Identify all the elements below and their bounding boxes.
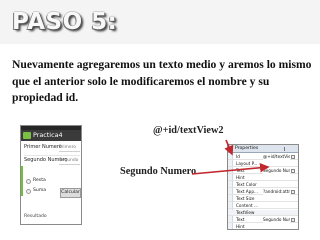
callout-arrows (191, 139, 270, 175)
id-arrow (224, 139, 234, 156)
name-arrow (191, 162, 270, 175)
slide: PASO 5: Nuevamente agregaremos un texto … (0, 0, 320, 240)
